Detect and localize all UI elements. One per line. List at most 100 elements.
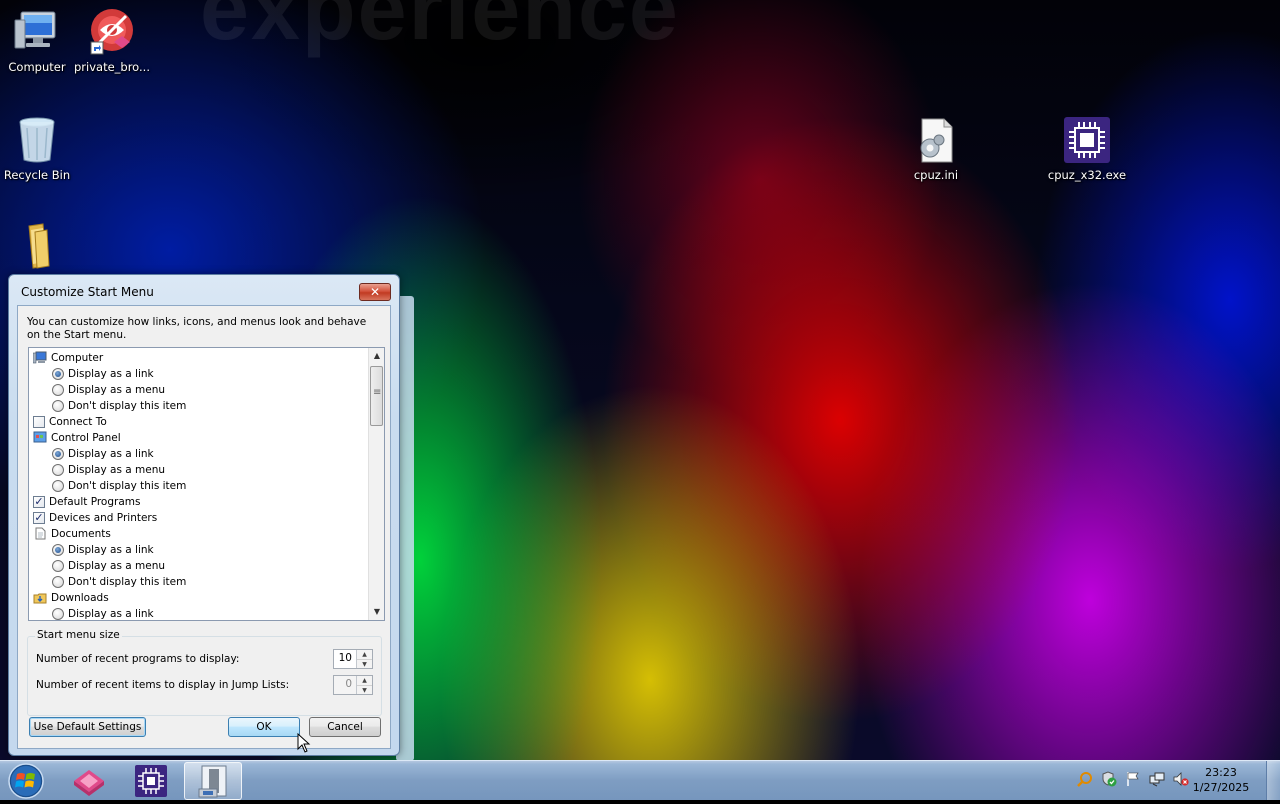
stepper-up-icon[interactable]: ▲ <box>357 676 372 685</box>
radio-unselected-icon[interactable] <box>52 608 64 620</box>
dialog-title: Customize Start Menu <box>21 285 154 299</box>
radio-unselected-icon[interactable] <box>52 464 64 476</box>
control-panel-icon <box>33 431 47 444</box>
option-label[interactable]: Don't display this item <box>68 478 186 494</box>
desktop-icon-label: Computer <box>8 60 66 74</box>
system-clock[interactable]: 23:23 1/27/2025 <box>1186 765 1256 795</box>
radio-unselected-icon[interactable] <box>52 400 64 412</box>
option-checkbox-row[interactable]: ✓ Default Programs <box>33 494 140 510</box>
checkbox-checked-icon[interactable]: ✓ <box>33 512 45 524</box>
customize-start-menu-dialog: Customize Start Menu ✕ You can customize… <box>8 274 400 756</box>
desktop-icon-label: cpuz_x32.exe <box>1047 168 1127 182</box>
cpuz-chip-icon <box>1063 116 1111 164</box>
jump-list-items-value[interactable]: 0 <box>345 678 352 690</box>
option-radio-row[interactable]: Display as a menu <box>52 462 165 478</box>
option-label[interactable]: Display as a link <box>68 606 154 620</box>
option-category-header: Downloads <box>33 590 109 606</box>
radio-unselected-icon[interactable] <box>52 560 64 572</box>
radio-selected-icon[interactable] <box>52 448 64 460</box>
jump-list-items-label: Number of recent items to display in Jum… <box>36 679 290 691</box>
private-browser-icon <box>74 770 104 796</box>
radio-selected-icon[interactable] <box>52 544 64 556</box>
stepper-up-icon[interactable]: ▲ <box>357 650 372 659</box>
computer-icon <box>13 8 61 56</box>
computer-icon <box>32 351 47 364</box>
documents-icon <box>33 527 47 540</box>
windows-logo-icon <box>8 763 44 799</box>
close-button[interactable]: ✕ <box>359 283 391 301</box>
option-label[interactable]: Don't display this item <box>68 398 186 414</box>
checkbox-unchecked-icon[interactable] <box>33 416 45 428</box>
action-center-flag-icon[interactable] <box>1125 771 1141 787</box>
use-default-settings-button[interactable]: Use Default Settings <box>29 717 146 737</box>
option-radio-row[interactable]: Don't display this item <box>52 478 186 494</box>
desktop-icon-label: Recycle Bin <box>3 168 71 182</box>
option-label: Documents <box>51 528 111 540</box>
taskbar-cpuz[interactable] <box>122 762 180 800</box>
radio-unselected-icon[interactable] <box>52 384 64 396</box>
option-checkbox-row[interactable]: ✓ Devices and Printers <box>33 510 157 526</box>
option-label[interactable]: Display as a link <box>68 366 154 382</box>
network-icon[interactable] <box>1149 771 1165 787</box>
option-label[interactable]: Devices and Printers <box>49 510 157 526</box>
private-browser-icon <box>88 8 136 56</box>
desktop-icon-label: cpuz.ini <box>913 168 959 182</box>
option-label[interactable]: Display as a menu <box>68 462 165 478</box>
show-desktop-button[interactable] <box>1266 761 1280 800</box>
scroll-down-arrow-icon[interactable]: ▼ <box>369 604 384 620</box>
recent-programs-stepper[interactable]: 10 ▲ ▼ <box>333 649 373 669</box>
desktop-icon-cpuz-ini[interactable]: cpuz.ini <box>896 116 976 182</box>
option-label: Downloads <box>51 592 109 604</box>
radio-selected-icon[interactable] <box>52 368 64 380</box>
option-label[interactable]: Display as a link <box>68 542 154 558</box>
option-radio-row[interactable]: Display as a link <box>52 366 154 382</box>
option-radio-row[interactable]: Display as a link <box>52 446 154 462</box>
start-menu-options-list[interactable]: Computer Display as a link Display as a me… <box>28 347 385 621</box>
taskbar-control-panel-window[interactable] <box>184 762 242 800</box>
option-radio-row[interactable]: Display as a menu <box>52 558 165 574</box>
recent-programs-value[interactable]: 10 <box>339 652 352 664</box>
option-label[interactable]: Don't display this item <box>68 574 186 590</box>
option-radio-row[interactable]: Don't display this item <box>52 574 186 590</box>
desktop-icon-computer[interactable]: Computer <box>0 8 77 74</box>
scroll-up-arrow-icon[interactable]: ▲ <box>369 348 384 364</box>
mouse-pointer-icon <box>297 733 311 753</box>
recent-programs-label: Number of recent programs to display: <box>36 653 240 665</box>
stepper-down-icon[interactable]: ▼ <box>357 685 372 694</box>
downloads-icon <box>33 591 47 604</box>
close-icon: ✕ <box>369 285 381 299</box>
option-radio-row[interactable]: Display as a link <box>52 542 154 558</box>
option-label[interactable]: Display as a menu <box>68 382 165 398</box>
start-button[interactable] <box>4 762 48 800</box>
dialog-description: You can customize how links, icons, and … <box>27 316 367 341</box>
recycle-bin-icon <box>13 116 61 164</box>
option-label[interactable]: Connect To <box>49 414 107 430</box>
option-checkbox-row[interactable]: Connect To <box>33 414 107 430</box>
option-label[interactable]: Default Programs <box>49 494 140 510</box>
desktop-icon-private-browser[interactable]: private_bro... <box>72 8 152 74</box>
option-radio-row[interactable]: Display as a menu <box>52 382 165 398</box>
jump-list-items-stepper[interactable]: 0 ▲ ▼ <box>333 675 373 695</box>
vertical-scrollbar[interactable]: ▲ ▼ <box>368 348 384 620</box>
security-shield-icon[interactable] <box>1101 771 1117 787</box>
checkbox-checked-icon[interactable]: ✓ <box>33 496 45 508</box>
ok-button[interactable]: OK <box>228 717 300 737</box>
scrollbar-thumb[interactable] <box>370 366 383 426</box>
desktop-icon-recycle-bin[interactable]: Recycle Bin <box>0 116 77 182</box>
cpuz-chip-icon <box>135 765 167 797</box>
option-label: Control Panel <box>51 432 121 444</box>
radio-unselected-icon[interactable] <box>52 576 64 588</box>
stepper-down-icon[interactable]: ▼ <box>357 659 372 668</box>
search-service-icon[interactable] <box>1077 771 1093 787</box>
taskbar-private-browser[interactable] <box>60 762 118 800</box>
start-menu-size-group: Start menu size Number of recent program… <box>27 629 382 716</box>
option-label[interactable]: Display as a link <box>68 446 154 462</box>
desktop-icon-cpuz-exe[interactable]: cpuz_x32.exe <box>1047 116 1127 182</box>
folder-icon <box>13 222 61 270</box>
desktop-icon-folder[interactable] <box>0 222 77 274</box>
option-radio-row[interactable]: Don't display this item <box>52 398 186 414</box>
radio-unselected-icon[interactable] <box>52 480 64 492</box>
option-label[interactable]: Display as a menu <box>68 558 165 574</box>
cancel-button[interactable]: Cancel <box>309 717 381 737</box>
option-radio-row[interactable]: Display as a link <box>52 606 154 620</box>
